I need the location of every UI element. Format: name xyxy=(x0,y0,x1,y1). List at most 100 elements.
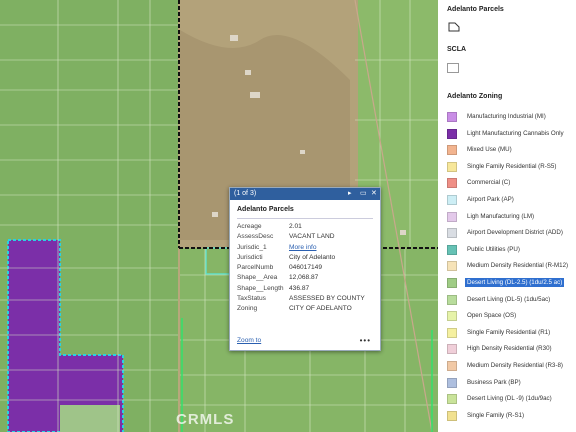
watermark: CRMLS xyxy=(176,411,235,428)
legend-swatch xyxy=(447,361,457,371)
legend-swatch xyxy=(447,211,457,222)
legend-swatch xyxy=(447,377,457,388)
legend-swatch xyxy=(447,394,457,405)
attribute-key: TaxStatus xyxy=(237,295,266,303)
legend-parcels-title: Adelanto Parcels xyxy=(447,6,504,13)
attribute-row: TaxStatus ASSESSED BY COUNTY xyxy=(237,294,365,304)
legend-item[interactable]: Medium Density Residential (R-M12) xyxy=(447,261,576,272)
attribute-row: ParcelNumb 046017149 xyxy=(237,263,365,273)
attribute-key: Shape__Length xyxy=(237,284,284,292)
legend-scla-title: SCLA xyxy=(447,46,467,53)
popup-title: Adelanto Parcels xyxy=(237,206,294,213)
legend-item[interactable]: Airport Park (AP) xyxy=(447,195,576,206)
legend-label: Open Space (OS) xyxy=(467,312,517,320)
legend-swatch xyxy=(447,228,457,239)
legend-item[interactable]: Desert Living (DL -9) (1du/9ac) xyxy=(447,394,576,405)
attribute-key: Jurisdic_1 xyxy=(237,243,267,251)
legend-label: Ligh Manufacturing (LM) xyxy=(467,212,535,220)
legend-swatch xyxy=(447,261,457,272)
attribute-row: Jurisdic_1 More info xyxy=(237,243,365,253)
legend-label: Medium Density Residential (R3-8) xyxy=(467,362,563,369)
legend-item[interactable]: Airport Development District (ADD) xyxy=(447,228,576,239)
legend-item[interactable]: Desert Living (DL-5) (1du/5ac) xyxy=(447,294,576,306)
attribute-key: AssessDesc xyxy=(237,233,274,241)
legend-label: Manufacturing Industrial (MI) xyxy=(467,113,546,120)
next-feature-icon[interactable]: ▸ xyxy=(348,188,352,200)
attribute-value: City of Adelanto xyxy=(289,253,336,261)
parcel-outline-icon xyxy=(448,22,460,32)
attribute-key: Jurisdicti xyxy=(237,253,263,261)
legend-item[interactable]: High Density Residential (R30) xyxy=(447,344,576,355)
legend-item[interactable]: Mixed Use (MU) xyxy=(447,145,576,156)
legend-label: Desert Living (DL -9) (1du/9ac) xyxy=(467,395,552,403)
legend-label: High Density Residential (R30) xyxy=(467,345,552,353)
legend-label: Mixed Use (MU) xyxy=(467,146,512,154)
legend-swatch xyxy=(447,410,457,421)
attribute-row: Shape__Area 12,068.87 xyxy=(237,273,365,283)
attribute-key: ParcelNumb xyxy=(237,264,274,272)
attribute-value: 12,068.87 xyxy=(289,274,319,282)
attribute-value: CITY OF ADELANTO xyxy=(289,305,352,313)
more-options-icon[interactable]: ••• xyxy=(360,336,371,345)
attribute-row: Shape__Length 436.87 xyxy=(237,284,365,294)
legend-panel[interactable]: Adelanto Parcels SCLA Adelanto Zoning Ma… xyxy=(438,0,576,432)
legend-label: Commercial (C) xyxy=(467,179,511,187)
legend-item[interactable]: Manufacturing Industrial (MI) xyxy=(447,112,576,123)
scla-swatch xyxy=(447,63,459,73)
legend-swatch xyxy=(447,244,457,255)
legend-label: Airport Development District (ADD) xyxy=(467,229,563,237)
legend-swatch xyxy=(447,145,457,156)
legend-swatch xyxy=(447,112,457,122)
popup-pager: (1 of 3) xyxy=(234,190,257,197)
legend-item[interactable]: Public Utilities (PU) xyxy=(447,244,576,256)
legend-swatch xyxy=(447,344,457,355)
legend-swatch xyxy=(447,311,457,322)
attribute-row: Acreage 2.01 xyxy=(237,222,365,232)
more-info-link[interactable]: More info xyxy=(289,243,365,253)
attribute-value: 2.01 xyxy=(289,223,302,230)
legend-item[interactable]: Light Manufacturing Cannabis Only xyxy=(447,128,576,140)
legend-item[interactable]: Single Family (R-S1) xyxy=(447,410,576,422)
legend-swatch xyxy=(447,294,457,305)
legend-swatch xyxy=(447,128,457,139)
legend-item[interactable]: Open Space (OS) xyxy=(447,311,576,322)
parcel-popup[interactable]: (1 of 3) ▸ ▭ ✕ Adelanto Parcels Acreage 2… xyxy=(229,187,381,351)
legend-label: Single Family Residential (R1) xyxy=(467,328,551,336)
legend-item[interactable]: Business Park (BP) xyxy=(447,377,576,389)
attribute-value: 046017149 xyxy=(289,264,323,272)
legend-label: Light Manufacturing Cannabis Only xyxy=(467,129,564,137)
legend-label: Desert Living (DL-5) (1du/5ac) xyxy=(467,295,551,303)
popup-divider xyxy=(237,218,373,219)
close-icon[interactable]: ✕ xyxy=(371,188,377,200)
map-view[interactable]: (1 of 3) ▸ ▭ ✕ Adelanto Parcels Acreage 2… xyxy=(0,0,438,432)
legend-item[interactable]: Commercial (C) xyxy=(447,178,576,189)
attribute-row: AssessDesc VACANT LAND xyxy=(237,232,365,242)
legend-label: Public Utilities (PU) xyxy=(467,245,520,253)
legend-item[interactable]: Single Family Residential (R-S5) xyxy=(447,161,576,173)
legend-swatch xyxy=(447,327,457,338)
legend-label: Airport Park (AP) xyxy=(467,196,514,203)
legend-label: Medium Density Residential (R-M12) xyxy=(467,262,569,270)
dock-icon[interactable]: ▭ xyxy=(360,188,367,200)
attribute-key: Zoning xyxy=(237,305,258,313)
legend-label: Desert Living (DL-2.5) (1du/2.5 ac) xyxy=(465,278,565,287)
attribute-value: 436.87 xyxy=(289,284,310,292)
legend-item[interactable]: Ligh Manufacturing (LM) xyxy=(447,211,576,223)
attribute-row: Zoning CITY OF ADELANTO xyxy=(237,304,365,314)
legend-swatch xyxy=(447,161,457,172)
legend-zoning-title: Adelanto Zoning xyxy=(447,93,503,100)
legend-label: Single Family Residential (R-S5) xyxy=(467,162,557,170)
attribute-table: Acreage 2.01 AssessDesc VACANT LAND Jurisdic… xyxy=(237,222,365,315)
legend-item[interactable]: Single Family Residential (R1) xyxy=(447,327,576,339)
legend-swatch xyxy=(447,195,457,205)
legend-label: Single Family (R-S1) xyxy=(467,411,525,419)
attribute-key: Shape__Area xyxy=(237,274,278,282)
legend-swatch xyxy=(447,178,457,189)
legend-item[interactable]: Desert Living (DL-2.5) (1du/2.5 ac) xyxy=(447,278,576,289)
zoom-to-link[interactable]: Zoom to xyxy=(237,337,261,344)
popup-header: (1 of 3) ▸ ▭ ✕ xyxy=(230,188,380,200)
legend-label: Business Park (BP) xyxy=(467,378,521,386)
legend-item[interactable]: Medium Density Residential (R3-8) xyxy=(447,361,576,372)
attribute-value: VACANT LAND xyxy=(289,233,335,241)
legend-swatch xyxy=(447,278,457,288)
